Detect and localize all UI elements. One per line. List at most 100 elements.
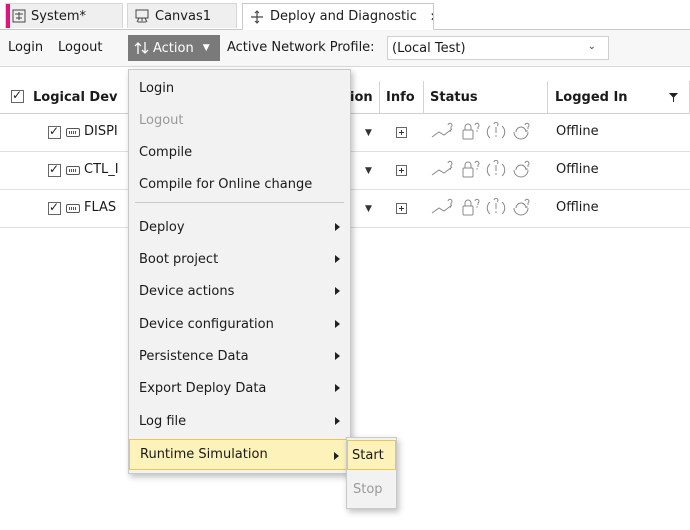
toolbar: Login Logout Action ▼ Active Network Pro… — [0, 30, 690, 67]
device-name: DISPI — [84, 124, 118, 139]
menu-item-label: Persistence Data — [139, 348, 249, 364]
menu-item-label: Compile for Online change — [139, 176, 313, 192]
row-checkbox[interactable] — [48, 162, 61, 177]
submenu-arrow-icon — [335, 384, 340, 392]
menu-item-deploy[interactable]: Deploy — [129, 211, 350, 243]
column-header-info[interactable]: Info — [386, 90, 415, 105]
menu-item-persistence-data[interactable]: Persistence Data — [129, 340, 350, 372]
submenu-arrow-icon — [335, 417, 340, 425]
menu-item-label: Compile — [139, 144, 193, 160]
menu-item-device-actions[interactable]: Device actions — [129, 275, 350, 307]
menu-item-label: Deploy — [139, 219, 185, 235]
menu-item-export-deploy-data[interactable]: Export Deploy Data — [129, 372, 350, 404]
menu-item-label: Log file — [139, 413, 187, 429]
menu-item-label: Device configuration — [139, 316, 274, 332]
device-icon — [66, 166, 80, 175]
logged-in-status: Offline — [556, 200, 599, 215]
menu-separator — [135, 202, 344, 203]
network-profile-value: (Local Test) — [392, 40, 466, 56]
warning-status-icon — [486, 160, 506, 177]
runtime-simulation-submenu: Start Stop — [346, 437, 397, 509]
runtime-status-icon — [513, 160, 530, 178]
column-header-logical-device[interactable]: Logical Dev — [33, 90, 118, 105]
sort-arrows-icon — [134, 42, 149, 54]
expand-info-icon[interactable] — [396, 203, 407, 214]
deploy-icon — [251, 9, 263, 24]
menu-item-label: Export Deploy Data — [139, 380, 267, 396]
connection-status-icon — [431, 198, 453, 214]
device-name: FLAS — [84, 200, 117, 215]
menu-item-label: Stop — [353, 481, 383, 497]
submenu-item-start[interactable]: Start — [347, 440, 396, 470]
version-dropdown[interactable]: ▼ — [365, 166, 372, 176]
menu-item-compile[interactable]: Compile — [129, 136, 350, 168]
submenu-arrow-icon — [335, 287, 340, 295]
menu-item-login[interactable]: Login — [129, 72, 350, 104]
tab-label: System* — [31, 8, 86, 24]
runtime-status-icon — [513, 122, 530, 140]
version-dropdown[interactable]: ▼ — [365, 204, 372, 214]
menu-item-label: Logout — [139, 112, 184, 128]
submenu-arrow-icon — [335, 352, 340, 360]
status-icons — [430, 122, 534, 142]
tab-label: Deploy and Diagnostic — [270, 9, 417, 24]
action-button-label: Action — [153, 40, 194, 56]
menu-item-compile-online-change[interactable]: Compile for Online change — [129, 168, 350, 200]
menu-item-label: Device actions — [139, 283, 235, 299]
logout-button[interactable]: Logout — [58, 40, 103, 55]
lock-status-icon — [462, 122, 480, 140]
login-button[interactable]: Login — [8, 40, 43, 55]
lock-status-icon — [462, 198, 480, 216]
logged-in-status: Offline — [556, 162, 599, 177]
column-header-version[interactable]: ion — [350, 90, 373, 105]
logged-in-status: Offline — [556, 124, 599, 139]
close-icon[interactable]: ✕ — [430, 10, 433, 24]
tab-canvas1[interactable]: Canvas1 — [127, 3, 237, 28]
expand-info-icon[interactable] — [396, 127, 407, 138]
submenu-arrow-icon — [335, 255, 340, 263]
warning-status-icon — [486, 198, 506, 215]
column-header-logged-in[interactable]: Logged In — [555, 90, 628, 105]
tab-label: Canvas1 — [155, 8, 211, 24]
tab-deploy-and-diagnostic[interactable]: Deploy and Diagnostic ✕ — [242, 3, 434, 30]
submenu-arrow-icon — [335, 223, 340, 231]
expand-info-icon[interactable] — [396, 165, 407, 176]
submenu-arrow-icon — [334, 452, 339, 460]
menu-item-label: Boot project — [139, 251, 219, 267]
select-all-checkbox[interactable] — [11, 88, 24, 103]
network-profile-label: Active Network Profile: — [227, 40, 375, 55]
status-icons — [430, 198, 534, 218]
lock-status-icon — [462, 160, 480, 178]
filter-icon[interactable] — [669, 93, 678, 102]
status-icons — [430, 160, 534, 180]
action-button[interactable]: Action ▼ — [128, 35, 220, 61]
menu-item-device-configuration[interactable]: Device configuration — [129, 308, 350, 340]
menu-item-label: Runtime Simulation — [140, 447, 268, 462]
chevron-down-icon: ⌄ — [587, 41, 596, 52]
tab-system[interactable]: System* — [5, 3, 123, 28]
version-dropdown[interactable]: ▼ — [365, 128, 372, 138]
column-header-status[interactable]: Status — [430, 90, 478, 105]
row-checkbox[interactable] — [48, 124, 61, 139]
runtime-status-icon — [513, 198, 530, 216]
submenu-arrow-icon — [335, 320, 340, 328]
tab-modified-marker — [6, 4, 10, 28]
row-checkbox[interactable] — [48, 200, 61, 215]
chevron-down-icon: ▼ — [202, 43, 210, 53]
menu-item-log-file[interactable]: Log file — [129, 405, 350, 437]
network-profile-select[interactable]: (Local Test) ⌄ — [387, 36, 609, 60]
submenu-item-stop[interactable]: Stop — [347, 474, 396, 504]
canvas-icon — [135, 9, 149, 23]
warning-status-icon — [486, 122, 506, 139]
device-icon — [66, 204, 80, 213]
tab-bar: System* Canvas1 Deploy and Diagnostic ✕ — [0, 0, 690, 30]
device-icon — [66, 128, 80, 137]
menu-item-label: Login — [139, 80, 175, 96]
connection-status-icon — [431, 160, 453, 176]
system-icon — [12, 9, 26, 23]
menu-item-label: Start — [352, 447, 384, 463]
device-name: CTL_I — [84, 162, 119, 177]
menu-item-logout[interactable]: Logout — [129, 104, 350, 136]
menu-item-boot-project[interactable]: Boot project — [129, 243, 350, 275]
menu-item-runtime-simulation[interactable]: Runtime Simulation — [129, 439, 350, 470]
